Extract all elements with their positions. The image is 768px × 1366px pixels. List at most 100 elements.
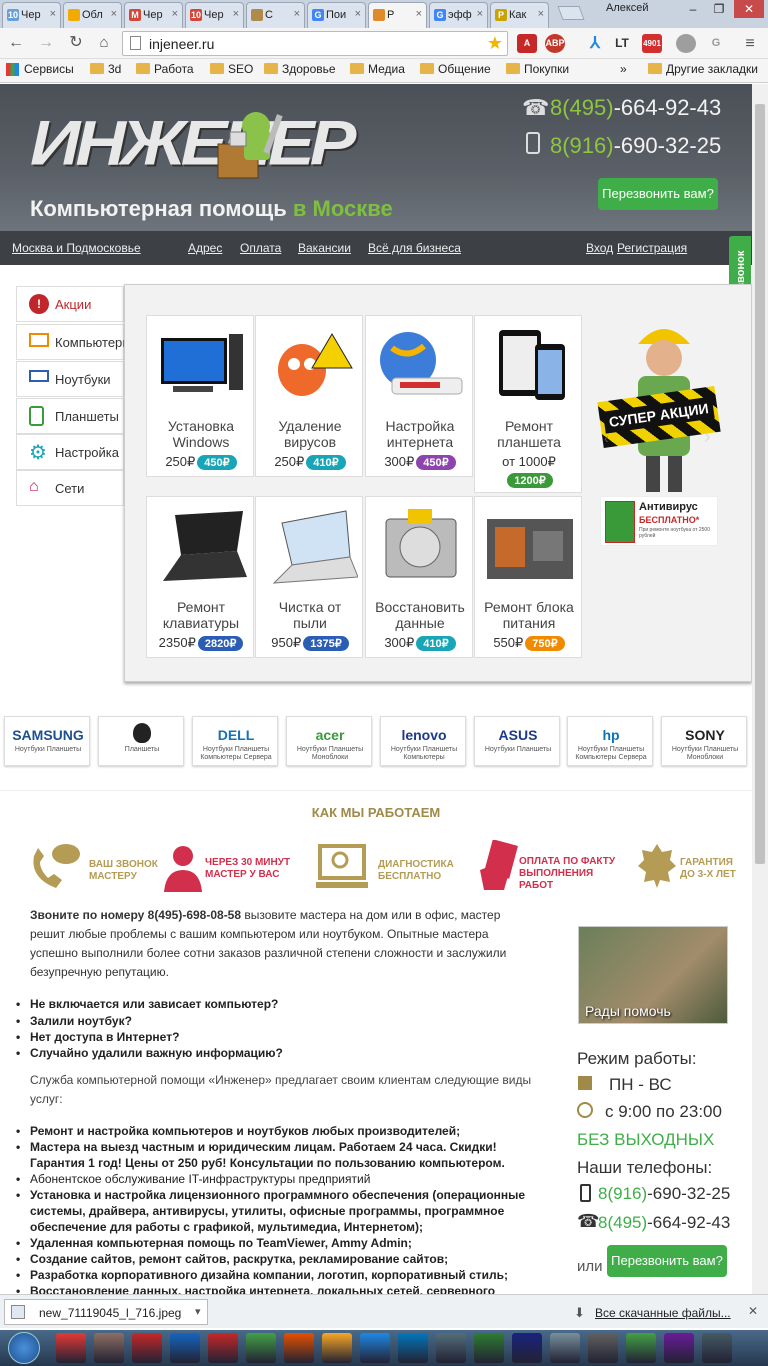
home-icon[interactable]: ⌂ [94,33,114,53]
callback-button[interactable]: Перезвонить вам? [598,178,718,210]
menu-item-promo[interactable]: ! Акции [16,286,124,322]
back-icon[interactable]: ← [6,33,26,53]
service-card[interactable]: Установка Windows 250₽ 450₽ [146,315,254,477]
nav-address[interactable]: Адрес [188,241,222,255]
service-card[interactable]: Удаление вирусов 250₽ 410₽ [255,315,363,477]
bookmark-folder[interactable]: Медиа [350,62,405,76]
service-card[interactable]: Чистка от пыли 950₽ 1375₽ [255,496,363,658]
menu-item-computers[interactable]: Компьютеры [16,324,132,360]
taskbar-app-icon[interactable] [94,1333,124,1363]
brand-logo[interactable]: SAMSUNG Ноутбуки Планшеты [4,716,90,766]
tab-close-icon[interactable]: × [355,8,361,20]
menu-item-tablets[interactable]: Планшеты [16,398,124,434]
tab-close-icon[interactable]: × [50,8,56,20]
taskbar-display-icon[interactable] [702,1333,732,1363]
browser-tab[interactable]: C × [246,2,305,28]
header-phone-1[interactable]: 8(495)-664-92-43 [550,95,721,121]
taskbar-chrome-icon[interactable] [626,1333,656,1363]
other-bookmarks[interactable]: Другие закладки [648,62,758,76]
nav-business[interactable]: Всё для бизнеса [368,241,461,255]
menu-item-networks[interactable]: ⌂ Сети [16,470,124,506]
nav-register[interactable]: Регистрация [617,241,687,255]
tab-close-icon[interactable]: × [538,8,544,20]
bookmark-star-icon[interactable]: ★ [487,33,503,54]
taskbar-window-icon[interactable] [550,1333,580,1363]
pdf-extension-icon[interactable]: A [517,34,537,53]
maximize-icon[interactable]: ❐ [706,0,732,18]
bookmark-folder[interactable]: Покупки [506,62,569,76]
sidebar-callback-button[interactable]: Перезвонить вам? [607,1245,727,1277]
profile-name[interactable]: Алексей [606,2,649,14]
taskbar-chart-icon[interactable] [398,1333,428,1363]
header-phone-2[interactable]: 8(916)-690-32-25 [550,133,721,159]
browser-tab[interactable]: 10 Чер × [2,2,61,28]
minimize-icon[interactable]: – [680,0,706,18]
taskbar-onenote-icon[interactable] [664,1333,694,1363]
sidebar-phone-1[interactable]: 8(916)-690-32-25 [598,1184,730,1204]
browser-tab[interactable]: 10 Чер × [185,2,244,28]
bookmark-folder[interactable]: Здоровье [264,62,336,76]
menu-icon[interactable]: ≡ [740,34,760,53]
brand-logo[interactable]: ASUS Ноутбуки Планшеты [474,716,560,766]
brand-logo[interactable]: Планшеты [98,716,184,766]
download-menu-icon[interactable]: ▾ [195,1305,201,1318]
bookmark-services[interactable]: Сервисы [6,62,74,76]
tab-close-icon[interactable]: × [477,8,483,20]
tab-close-icon[interactable]: × [233,8,239,20]
brand-logo[interactable]: DELL Ноутбуки Планшеты Компьютеры Сервера [192,716,278,766]
browser-tab[interactable]: G Пои × [307,2,366,28]
taskbar-outlook-icon[interactable] [170,1333,200,1363]
taskbar-chrome-icon[interactable] [56,1333,86,1363]
tab-close-icon[interactable]: × [294,8,300,20]
nav-payment[interactable]: Оплата [240,241,281,255]
all-downloads-link[interactable]: Все скачанные файлы... [595,1306,731,1320]
scrollbar-thumb[interactable] [755,104,765,864]
nav-login[interactable]: Вход [586,241,613,255]
sidebar-phone-2[interactable]: 8(495)-664-92-43 [598,1213,730,1233]
browser-tab[interactable]: P Как × [490,2,549,28]
service-card[interactable]: Ремонт блока питания 550₽ 750₽ [474,496,582,658]
address-bar[interactable]: injeneer.ru ★ [122,31,508,56]
taskbar-media-icon[interactable] [436,1333,466,1363]
bookmark-folder[interactable]: 3d [90,62,121,76]
brand-logo[interactable]: lenovo Ноутбуки Планшеты Компьютеры [380,716,466,766]
browser-tab[interactable]: Gэфф × [429,2,488,28]
close-icon[interactable]: ✕ [734,0,764,18]
antivirus-promo[interactable]: Антивирус БЕСПЛАТНО* При ремонте ноутбук… [600,496,718,546]
browser-tab[interactable]: M Чер × [124,2,183,28]
download-item[interactable]: new_71119045_l_716.jpeg ▾ [4,1299,208,1325]
carousel-next-icon[interactable]: › [704,426,711,449]
brand-logo[interactable]: SONY Ноутбуки Планшеты Моноблоки [661,716,747,766]
new-tab-button[interactable] [557,6,585,20]
page-scrollbar[interactable] [752,84,768,1294]
taskbar-calculator-icon[interactable] [588,1333,618,1363]
gr-extension-icon[interactable]: G [706,34,726,53]
taskbar-xiaomi-icon[interactable] [284,1333,314,1363]
service-card[interactable]: Ремонт клавиатуры 2350₽ 2820₽ [146,496,254,658]
start-button[interactable] [8,1332,40,1364]
nav-vacancies[interactable]: Вакансии [298,241,351,255]
settings-extension-icon[interactable] [676,34,696,53]
brand-logo[interactable]: hp Ноутбуки Планшеты Компьютеры Сервера [567,716,653,766]
site-logo[interactable]: ИНЖЕНЕР [30,112,356,175]
taskbar-download-icon[interactable] [474,1333,504,1363]
taskbar-abbyy-icon[interactable] [132,1333,162,1363]
taskbar-photoshop-icon[interactable] [512,1333,542,1363]
adblock-icon[interactable]: ABP [545,34,565,53]
taskbar-skype-icon[interactable] [360,1333,390,1363]
bookmark-folder[interactable]: Общение [420,62,491,76]
gmail-checker-icon[interactable]: 4901 [642,34,662,53]
menu-item-laptops[interactable]: Ноутбуки [16,361,124,397]
service-card[interactable]: Настройка интернета 300₽ 450₽ [365,315,473,477]
bookmark-folder[interactable]: Работа [136,62,194,76]
tab-close-icon[interactable]: × [416,8,422,20]
taskbar-scheduler-icon[interactable] [208,1333,238,1363]
reload-icon[interactable]: ↻ [66,33,86,53]
tab-close-icon[interactable]: × [172,8,178,20]
close-shelf-icon[interactable]: ✕ [748,1304,758,1318]
menu-item-setup[interactable]: ⚙ Настройка [16,434,124,470]
service-card[interactable]: Восстановить данные 300₽ 410₽ [365,496,473,658]
bookmarks-overflow[interactable]: » [620,62,627,76]
service-card[interactable]: Ремонт планшета от 1000₽ 1200₽ [474,315,582,493]
nav-region[interactable]: Москва и Подмосковье [12,241,141,255]
